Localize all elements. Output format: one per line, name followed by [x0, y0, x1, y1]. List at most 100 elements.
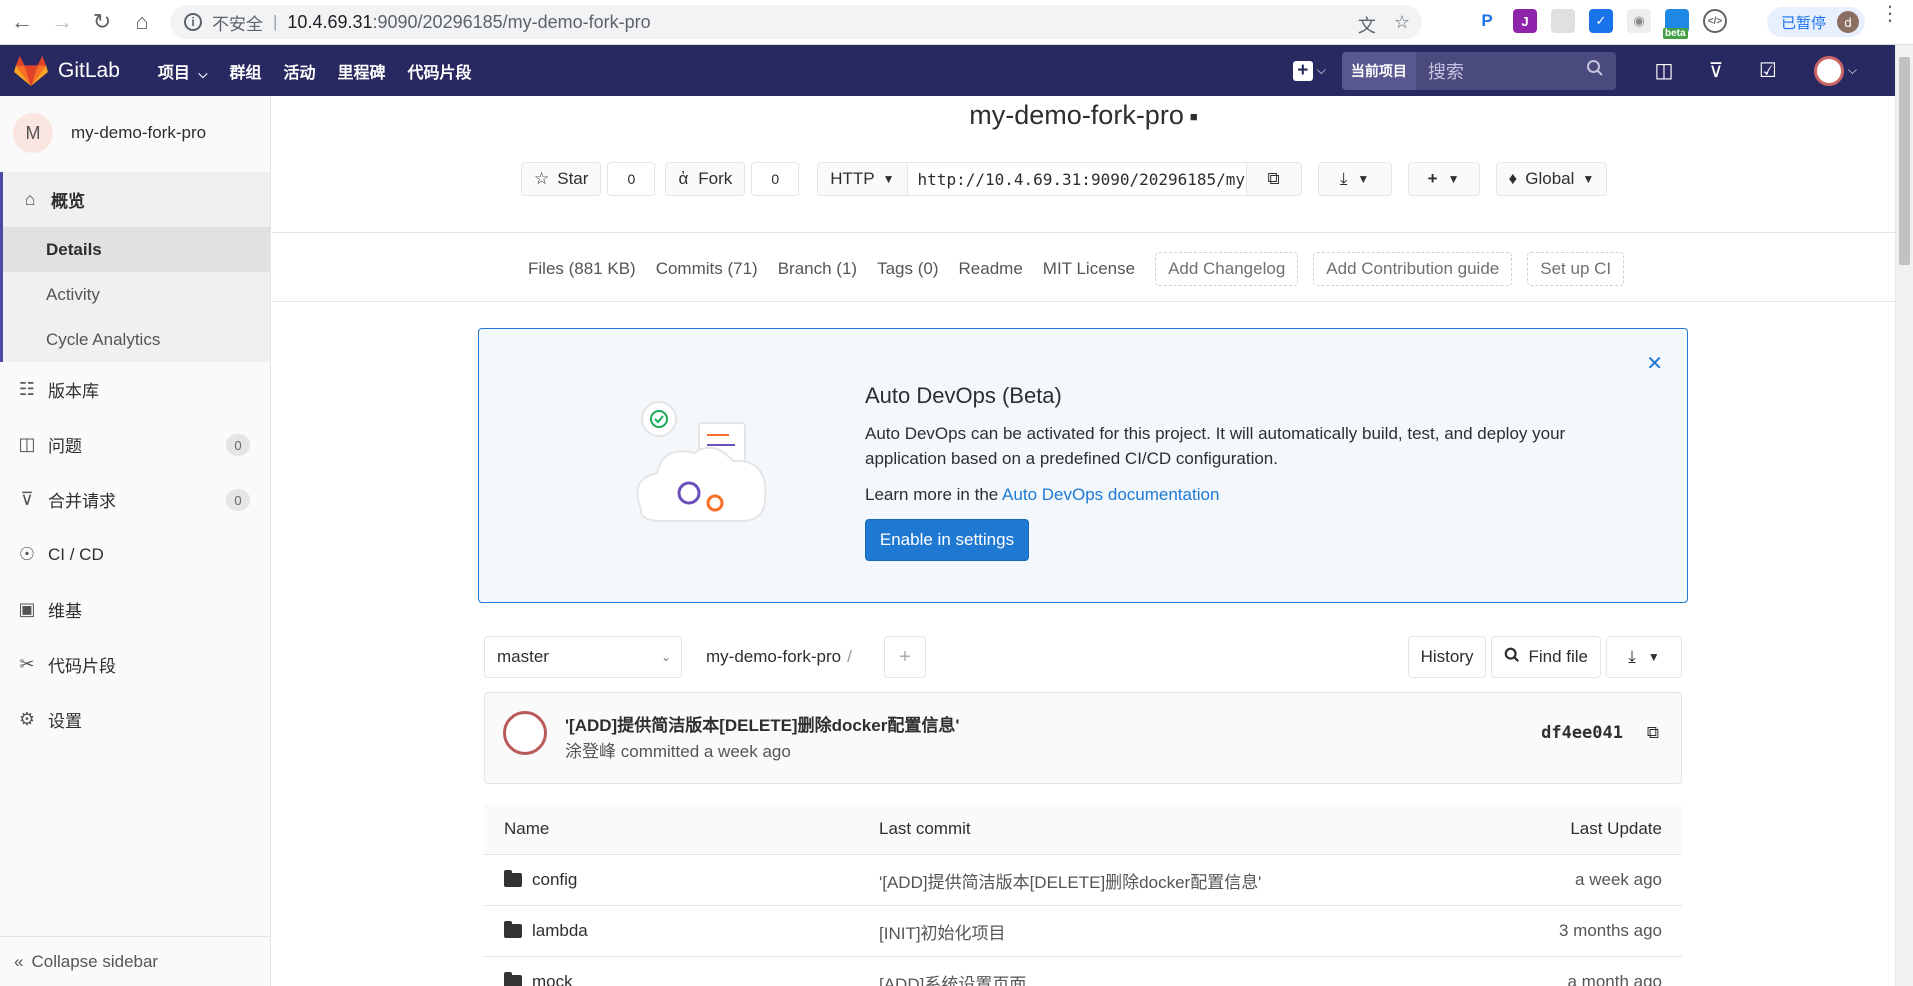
table-row[interactable]: config '[ADD]提供简洁版本[DELETE]删除docker配置信息'… — [484, 855, 1682, 906]
add-dropdown[interactable]: + ▼ — [1407, 162, 1480, 196]
extension-jp-icon[interactable]: J — [1513, 9, 1537, 33]
scrollbar-thumb[interactable] — [1899, 57, 1910, 265]
forward-icon[interactable]: → — [44, 4, 80, 40]
sidebar-item-wiki[interactable]: ▣ 维基 — [0, 582, 270, 637]
commit-sha[interactable]: df4ee041 — [1541, 723, 1623, 743]
sidebar-subitem-details[interactable]: Details — [3, 227, 270, 272]
sidebar-subitem-cycle-analytics[interactable]: Cycle Analytics — [3, 317, 270, 362]
clone-protocol-dropdown[interactable]: HTTP ▼ — [817, 162, 908, 196]
extension-camera-icon[interactable]: ◉ — [1627, 9, 1651, 33]
issues-icon: ◫ — [18, 434, 36, 454]
add-changelog-button[interactable]: Add Changelog — [1155, 252, 1299, 286]
fork-count[interactable]: 0 — [751, 162, 800, 196]
setup-ci-button[interactable]: Set up CI — [1527, 252, 1625, 286]
nav-activity[interactable]: 活动 — [283, 59, 315, 83]
sidebar-item-ci-cd[interactable]: ☉ CI / CD — [0, 527, 270, 582]
close-icon[interactable]: ✕ — [1646, 351, 1663, 376]
info-icon[interactable]: i — [184, 13, 202, 31]
fork-button[interactable]: ἀ Fork — [665, 162, 746, 196]
sidebar-item-settings[interactable]: ⚙ 设置 — [0, 692, 270, 747]
url-text[interactable]: 10.4.69.31:9090/20296185/my-demo-fork-pr… — [287, 12, 650, 33]
star-button[interactable]: ☆ Star — [521, 162, 602, 196]
sidebar-item-repository[interactable]: ☷ 版本库 — [0, 362, 270, 417]
file-last-commit[interactable]: [INIT]初始化项目 — [879, 919, 1432, 944]
file-name[interactable]: mock — [532, 972, 573, 986]
history-button[interactable]: History — [1407, 636, 1487, 678]
chevron-down-icon[interactable]: ⌵ — [1848, 63, 1857, 78]
gitlab-logo[interactable]: GitLab — [14, 55, 120, 87]
browser-menu-icon[interactable]: ⋮ — [1880, 4, 1900, 24]
search-box[interactable]: 当前项目 搜索 — [1341, 51, 1616, 90]
download-icon: ⤓ — [1628, 647, 1636, 666]
extension-p-icon[interactable]: P — [1475, 9, 1499, 33]
commit-author-avatar[interactable] — [503, 711, 547, 755]
brand-name: GitLab — [58, 58, 120, 82]
merge-requests-icon[interactable]: ⊽ — [1701, 58, 1731, 83]
breadcrumb-separator: / — [847, 647, 852, 666]
add-to-tree-button[interactable]: + — [884, 636, 926, 678]
extension-pocket-icon[interactable]: ✓ — [1589, 9, 1613, 33]
profile-paused-button[interactable]: 已暂停 d — [1767, 7, 1865, 37]
download-dropdown[interactable]: ⤓ ▼ — [1606, 636, 1682, 678]
sidebar-project-header[interactable]: M my-demo-fork-pro — [0, 96, 270, 170]
sidebar-item-label: 设置 — [48, 712, 82, 731]
find-file-button[interactable]: Find file — [1491, 636, 1601, 678]
stat-branch[interactable]: Branch (1) — [778, 259, 857, 279]
branch-selector[interactable]: master ⌄ — [484, 636, 682, 678]
sidebar-item-snippets[interactable]: ✂ 代码片段 — [0, 637, 270, 692]
translate-icon[interactable]: 文 — [1358, 12, 1376, 38]
home-icon[interactable]: ⌂ — [124, 4, 160, 40]
breadcrumb-project[interactable]: my-demo-fork-pro — [706, 647, 841, 666]
file-last-commit[interactable]: '[ADD]提供简洁版本[DELETE]删除docker配置信息' — [879, 868, 1432, 893]
search-scope-badge[interactable]: 当前项目 — [1341, 51, 1416, 90]
commit-author[interactable]: 涂登峰 — [565, 742, 616, 761]
clone-url-input[interactable]: http://10.4.69.31:9090/20296185/my-demo-… — [907, 162, 1246, 196]
bookmark-star-icon[interactable]: ☆ — [1394, 12, 1410, 38]
sidebar-item-label: 问题 — [48, 437, 82, 456]
stat-files[interactable]: Files (881 KB) — [528, 259, 636, 279]
extension-code-icon[interactable]: </> — [1703, 9, 1727, 33]
nav-groups[interactable]: 群组 — [229, 59, 261, 83]
address-bar[interactable]: i 不安全 | 10.4.69.31:9090/20296185/my-demo… — [170, 5, 1422, 39]
sidebar-item-overview[interactable]: ⌂ 概览 — [3, 172, 270, 227]
file-last-commit[interactable]: [ADD]系统设置页面 — [879, 970, 1432, 986]
file-name[interactable]: lambda — [532, 921, 588, 941]
file-name[interactable]: config — [532, 870, 577, 890]
stat-license[interactable]: MIT License — [1043, 259, 1135, 279]
download-dropdown[interactable]: ⤓ ▼ — [1317, 162, 1392, 196]
stat-readme[interactable]: Readme — [959, 259, 1023, 279]
add-contribution-guide-button[interactable]: Add Contribution guide — [1313, 252, 1513, 286]
extension-beta-icon[interactable]: beta — [1663, 9, 1689, 39]
stat-commits[interactable]: Commits (71) — [656, 259, 758, 279]
sidebar-item-merge-requests[interactable]: ⊽ 合并请求 0 — [0, 472, 270, 527]
commit-title[interactable]: '[ADD]提供简洁版本[DELETE]删除docker配置信息' — [565, 711, 959, 736]
copy-sha-icon[interactable]: ⧉ — [1647, 723, 1659, 743]
new-item-dropdown[interactable]: + ⌵ — [1292, 60, 1326, 81]
search-input[interactable]: 搜索 — [1416, 58, 1586, 84]
todos-icon[interactable]: ☑ — [1753, 58, 1783, 83]
sidebar-toggle-icon[interactable]: ◫ — [1649, 58, 1679, 83]
table-row[interactable]: mock [ADD]系统设置页面 a month ago — [484, 957, 1682, 986]
last-commit-panel: '[ADD]提供简洁版本[DELETE]删除docker配置信息' 涂登峰 co… — [484, 692, 1682, 784]
fork-label: Fork — [698, 169, 733, 188]
reload-icon[interactable]: ↻ — [84, 4, 120, 40]
table-row[interactable]: lambda [INIT]初始化项目 3 months ago — [484, 906, 1682, 957]
nav-projects[interactable]: 项目 ⌵ — [158, 59, 208, 83]
page-scrollbar[interactable] — [1895, 45, 1913, 986]
notification-dropdown[interactable]: ♦ Global ▼ — [1495, 162, 1608, 196]
sidebar-subitem-activity[interactable]: Activity — [3, 272, 270, 317]
copy-clone-url-button[interactable]: ⧉ — [1245, 162, 1302, 196]
sidebar-item-issues[interactable]: ◫ 问题 0 — [0, 417, 270, 472]
devops-docs-link[interactable]: Auto DevOps documentation — [1002, 485, 1219, 504]
star-count[interactable]: 0 — [607, 162, 656, 196]
main-content: my-demo-fork-pro ■ ☆ Star 0 ἀ Fork 0 HTTP… — [272, 96, 1895, 986]
extension-blank-icon[interactable] — [1551, 9, 1575, 33]
back-icon[interactable]: ← — [4, 4, 40, 40]
collapse-sidebar-button[interactable]: « Collapse sidebar — [0, 936, 271, 986]
stat-tags[interactable]: Tags (0) — [877, 259, 938, 279]
enable-in-settings-button[interactable]: Enable in settings — [865, 519, 1029, 561]
nav-milestones[interactable]: 里程碑 — [337, 59, 385, 83]
user-avatar[interactable] — [1813, 55, 1844, 86]
nav-snippets[interactable]: 代码片段 — [408, 59, 472, 83]
download-icon: ⤓ — [1339, 169, 1348, 188]
